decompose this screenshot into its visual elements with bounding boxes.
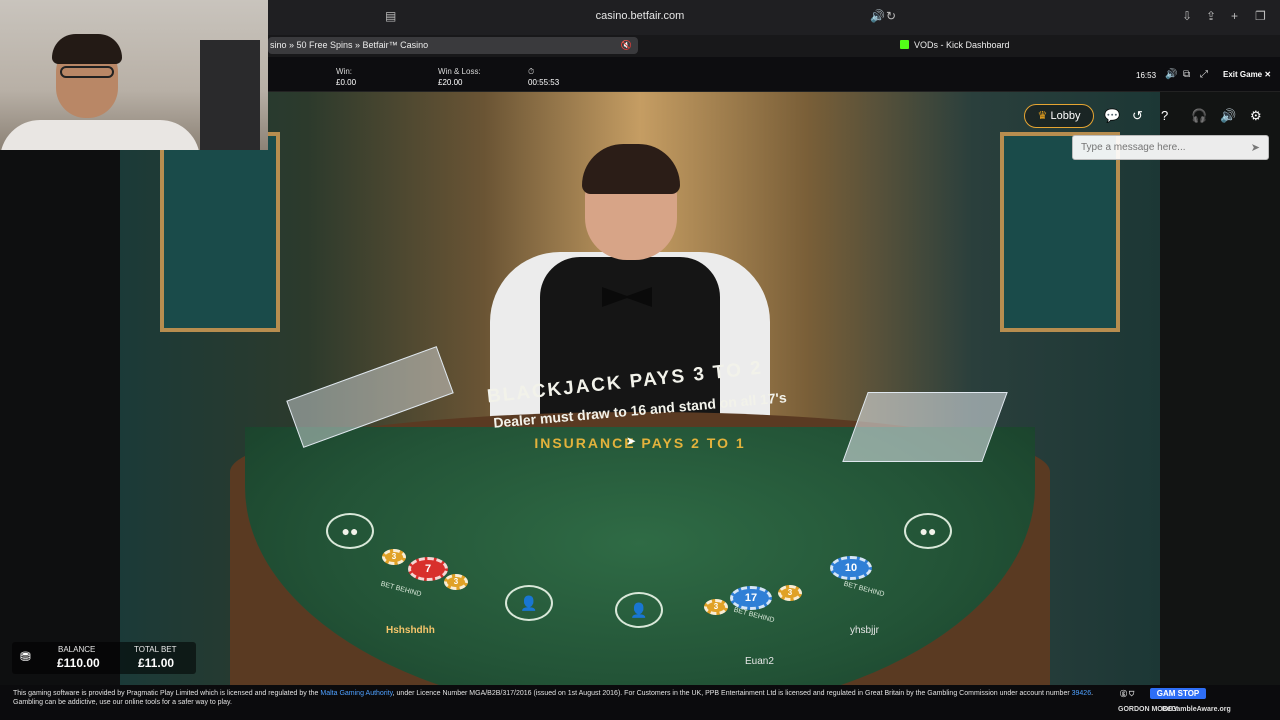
licence-link[interactable]: 39426 [1072, 690, 1091, 697]
tab-audio-icon[interactable]: 🔇 [621, 37, 632, 54]
settings-gear-icon[interactable]: ⚙ [1250, 108, 1262, 124]
lobby-button[interactable]: ♛ Lobby [1024, 104, 1094, 128]
mga-link[interactable]: Malta Gaming Authority [320, 690, 392, 697]
chat-input[interactable] [1073, 136, 1243, 159]
fullscreen-icon[interactable]: ⤢ [1200, 69, 1208, 80]
begambleaware-logo[interactable]: BeGambleAware.org [1162, 706, 1231, 713]
win-value: £0.00 [336, 78, 357, 87]
age-shield-icon: ⓖ ⛉ [1120, 691, 1135, 698]
support-icon[interactable]: 🎧 [1191, 108, 1207, 124]
side-chip: 3 [382, 549, 406, 565]
history-icon[interactable]: ↺ [1132, 108, 1143, 124]
streamer-webcam [0, 0, 268, 150]
win-stat: Win: £0.00 [336, 66, 356, 88]
winloss-label: Win & Loss: [438, 67, 481, 76]
win-label: Win: [336, 67, 352, 76]
gamstop-logo[interactable]: GAM STOP [1150, 688, 1206, 699]
exit-label: Exit Game [1223, 70, 1263, 79]
user-icon: ●● [341, 523, 359, 539]
minimize-icon[interactable]: ⧉ [1183, 69, 1190, 80]
side-chip: 3 [444, 574, 468, 590]
session-time: 00:55:53 [528, 78, 560, 87]
chip-seat-6[interactable]: 10 [830, 556, 872, 580]
stopwatch-icon: ⏱ [528, 67, 535, 76]
download-icon[interactable]: ⇩ [1182, 9, 1192, 23]
tab-label: sino » 50 Free Spins » Betfair™ Casino [270, 40, 429, 50]
winloss-stat: Win & Loss: £20.00 [438, 66, 481, 88]
exit-game-button[interactable]: Exit Game ✕ [1223, 70, 1271, 79]
user-icon: 👤 [630, 602, 648, 618]
tabs-overview-icon[interactable]: ❐ [1255, 9, 1266, 23]
user-icon: ●● [919, 523, 937, 539]
side-chip: 3 [778, 585, 802, 601]
sound-icon[interactable]: 🔊 [1165, 69, 1177, 80]
player-name: Hshshdhh [386, 625, 435, 636]
user-icon: 👤 [520, 595, 538, 611]
side-chip: 3 [704, 599, 728, 615]
mouse-cursor-icon: ➤ [626, 434, 637, 448]
winloss-value: £20.00 [438, 78, 463, 87]
regulatory-footer: This gaming software is provided by Prag… [0, 685, 1280, 720]
clock: 16:53 [1136, 71, 1157, 80]
seat-3[interactable]: 👤 [505, 585, 553, 621]
chip-stack-icon[interactable]: ⛃ [20, 649, 31, 665]
sound-icon[interactable]: 🔊 [1220, 108, 1236, 124]
player-name: Euan2 [745, 656, 774, 667]
help-icon[interactable]: ? [1161, 108, 1168, 123]
new-tab-icon[interactable]: + [1231, 9, 1238, 23]
reader-icon[interactable]: ▤ [385, 9, 396, 23]
tab-label: VODs - Kick Dashboard [914, 40, 1010, 50]
send-icon[interactable]: ➤ [1251, 141, 1260, 154]
tab-betfair-casino[interactable]: sino » 50 Free Spins » Betfair™ Casino 🔇 [268, 37, 638, 54]
kick-logo-icon [900, 40, 909, 49]
lobby-label: Lobby [1050, 110, 1081, 122]
chat-box: ➤ [1072, 135, 1269, 160]
session-timer: ⏱ 00:55:53 [528, 66, 559, 88]
address-bar[interactable]: casino.betfair.com [560, 10, 720, 22]
chip-seat-2[interactable]: 7 [408, 557, 448, 581]
chip-seat-5[interactable]: 17 [730, 586, 772, 610]
seat-4[interactable]: 👤 [615, 592, 663, 628]
tab-kick-dashboard[interactable]: VODs - Kick Dashboard [900, 37, 1100, 54]
balance-panel: ⛃ BALANCE £110.00 TOTAL BET £11.00 [12, 642, 196, 674]
total-bet-label: TOTAL BET [134, 645, 177, 654]
total-bet-value: £11.00 [138, 656, 175, 670]
crown-icon: ♛ [1037, 110, 1048, 122]
balance-label: BALANCE [58, 645, 96, 654]
close-icon: ✕ [1264, 70, 1272, 79]
chat-icon[interactable]: 💬 [1104, 108, 1120, 124]
table-print-insurance: INSURANCE PAYS 2 TO 1 [534, 435, 746, 451]
seat-1[interactable]: ●● [326, 513, 374, 549]
balance-value: £110.00 [57, 656, 100, 670]
reload-icon[interactable]: ↻ [886, 9, 896, 23]
share-icon[interactable]: ⇪ [1206, 9, 1216, 23]
audio-icon[interactable]: 🔊 [870, 9, 885, 23]
seat-7[interactable]: ●● [904, 513, 952, 549]
table-felt [245, 427, 1035, 685]
player-name: yhsbjjr [850, 625, 879, 636]
card-shoe [842, 392, 1008, 462]
